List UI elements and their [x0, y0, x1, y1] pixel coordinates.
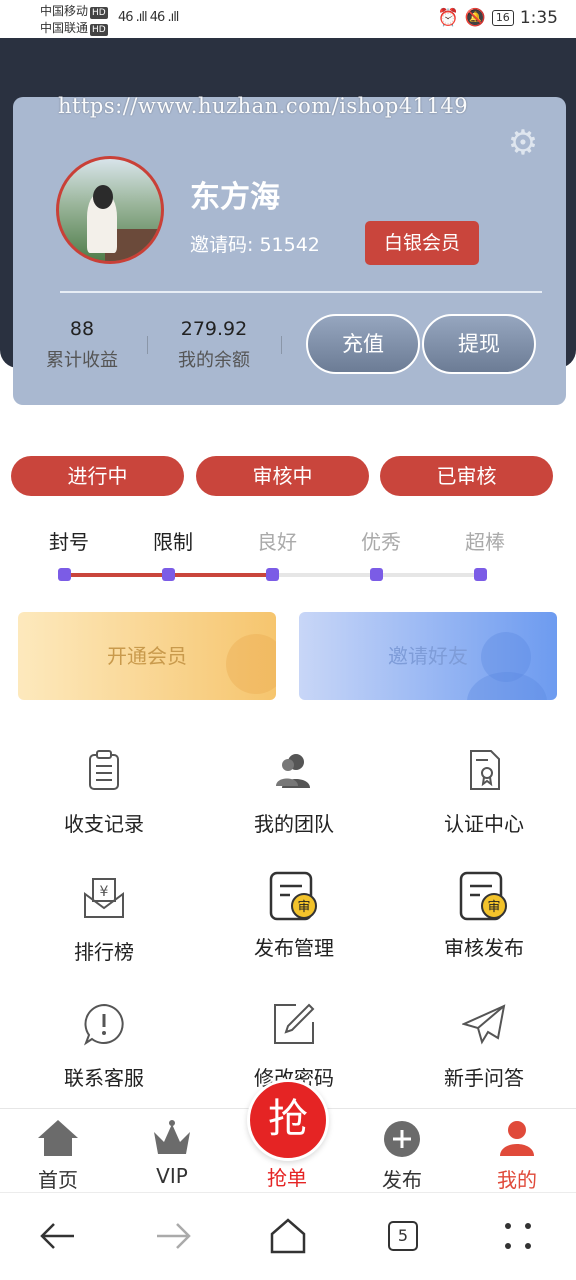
edit-icon	[274, 1003, 315, 1044]
grid-item-contact-service[interactable]: 联系客服	[9, 1002, 199, 1091]
balance-value: 279.92	[180, 318, 248, 340]
status-bar: 中国移动 HD 中国联通 HD 46 .ıll 46 .ıll ⏰ 🔕 16 1:3…	[0, 0, 576, 38]
open-vip-label: 开通会员	[107, 644, 187, 668]
nav-label: 我的	[497, 1168, 537, 1192]
time: 1:35	[519, 8, 558, 28]
level-dot	[474, 568, 487, 581]
grid-item-label: 收支记录	[64, 812, 144, 836]
tab-in-progress[interactable]: 进行中	[11, 456, 184, 496]
paper-plane-icon	[461, 1004, 506, 1045]
nav-label: 抢单	[267, 1166, 307, 1190]
settings-gear-icon[interactable]: ⚙	[506, 126, 540, 160]
grid-item-team[interactable]: 我的团队	[199, 748, 389, 837]
tabs-count: 5	[388, 1221, 418, 1251]
nav-publish[interactable]: 发布	[357, 1118, 447, 1193]
battery-icon: 16	[491, 10, 514, 26]
svg-text:审: 审	[487, 900, 500, 915]
home-icon	[38, 1120, 78, 1156]
nav-grab[interactable]: 抢单	[242, 1160, 332, 1191]
grid-item-records[interactable]: 收支记录	[9, 748, 199, 837]
invite-code: 邀请码: 51542	[190, 234, 320, 256]
tabs-button[interactable]: 5	[381, 1214, 425, 1258]
signal-icon: 46 .ıll 46 .ıll	[118, 10, 179, 25]
certificate-icon	[470, 750, 500, 790]
more-icon[interactable]	[496, 1214, 540, 1258]
tab-reviewed[interactable]: 已审核	[380, 456, 553, 496]
invite-friend-card[interactable]: 邀请好友	[299, 612, 557, 700]
grid-item-label: 我的团队	[254, 812, 334, 836]
carrier-info: 中国移动 HD 中国联通 HD	[40, 3, 108, 37]
level-label: 限制	[153, 530, 193, 554]
exclamation-bubble-icon	[83, 1003, 124, 1046]
crown-icon	[154, 1120, 190, 1154]
total-earnings-label: 累计收益	[46, 350, 118, 371]
tab-under-review[interactable]: 审核中	[196, 456, 369, 496]
hd-badge: HD	[90, 24, 108, 36]
clipboard-icon	[89, 750, 119, 790]
level-dot	[58, 568, 71, 581]
user-name: 东方海	[190, 180, 280, 215]
grid-item-label: 认证中心	[444, 812, 524, 836]
grid-item-label: 审核发布	[444, 936, 524, 960]
level-label: 良好	[257, 530, 297, 554]
carrier-2: 中国联通	[40, 21, 89, 35]
avatar[interactable]	[56, 156, 164, 264]
invite-friend-label: 邀请好友	[388, 644, 468, 668]
grid-item-label: 发布管理	[254, 936, 334, 960]
nav-mine[interactable]: 我的	[472, 1118, 562, 1193]
user-icon	[500, 1121, 534, 1156]
home-outline-icon[interactable]	[266, 1214, 310, 1258]
nav-label: 首页	[38, 1168, 78, 1192]
level-dot	[162, 568, 175, 581]
grid-item-newbie-qa[interactable]: 新手问答	[389, 1002, 576, 1091]
watermark: https://www.huzhan.com/ishop41149	[58, 94, 469, 118]
grid-item-label: 联系客服	[64, 1066, 144, 1090]
alarm-icon: ⏰	[437, 8, 459, 28]
mute-icon: 🔕	[464, 8, 486, 28]
total-earnings-value: 88	[69, 318, 95, 340]
level-dot	[266, 568, 279, 581]
member-badge: 白银会员	[365, 221, 479, 265]
grab-order-button[interactable]: 抢	[247, 1079, 329, 1161]
level-label: 超棒	[465, 530, 505, 554]
svg-text:¥: ¥	[100, 884, 109, 900]
level-label: 封号	[49, 530, 89, 554]
grid-item-ranking[interactable]: ¥ 排行榜	[9, 876, 199, 965]
grid-item-certification[interactable]: 认证中心	[389, 748, 576, 837]
grid-item-publish-management[interactable]: 审 发布管理	[199, 870, 389, 961]
nav-home[interactable]: 首页	[13, 1118, 103, 1193]
grid-item-review-publish[interactable]: 审 审核发布	[389, 870, 576, 961]
level-label: 优秀	[361, 530, 401, 554]
audit-doc-icon: 审	[459, 871, 507, 921]
carrier-1: 中国移动	[40, 4, 89, 18]
forward-arrow-icon[interactable]	[151, 1214, 195, 1258]
nav-label: 发布	[382, 1168, 422, 1192]
grid-item-change-password[interactable]: 修改密码	[199, 1002, 389, 1091]
team-icon	[276, 754, 310, 788]
nav-label: VIP	[156, 1164, 188, 1188]
withdraw-button[interactable]: 提现	[422, 314, 536, 374]
balance-label: 我的余额	[178, 350, 250, 371]
level-dot	[370, 568, 383, 581]
back-arrow-icon[interactable]	[36, 1214, 80, 1258]
plus-circle-icon	[384, 1121, 420, 1157]
separator	[147, 336, 148, 354]
grid-item-label: 新手问答	[444, 1066, 524, 1090]
divider	[60, 291, 542, 293]
audit-doc-icon: 审	[269, 871, 317, 921]
yuan-envelope-icon: ¥	[84, 878, 124, 918]
nav-vip[interactable]: VIP	[127, 1118, 217, 1188]
separator	[281, 336, 282, 354]
svg-text:审: 审	[297, 900, 310, 915]
grid-item-label: 排行榜	[74, 940, 134, 964]
open-vip-card[interactable]: 开通会员	[18, 612, 276, 700]
recharge-button[interactable]: 充值	[306, 314, 420, 374]
hd-badge: HD	[90, 7, 108, 19]
